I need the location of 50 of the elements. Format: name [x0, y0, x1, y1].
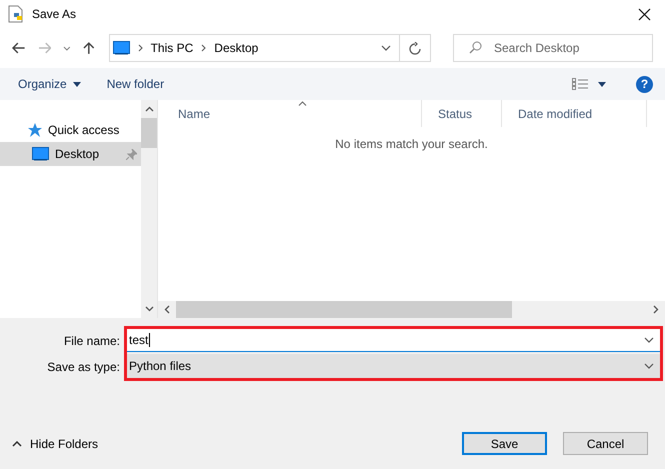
- scroll-down-icon[interactable]: [144, 306, 154, 312]
- scroll-right-icon[interactable]: [653, 305, 659, 314]
- back-arrow-icon[interactable]: [12, 42, 26, 54]
- chevron-down-icon[interactable]: [644, 363, 654, 369]
- caret-icon[interactable]: [598, 82, 606, 86]
- star-icon: [26, 122, 42, 138]
- chevron-right-icon: [138, 44, 143, 52]
- chevron-down-icon[interactable]: [63, 46, 71, 50]
- vertical-scrollbar[interactable]: [141, 100, 157, 318]
- caret-icon: [72, 82, 81, 86]
- sidebar-item[interactable]: Desktop: [0, 142, 141, 166]
- sort-caret-icon: [298, 101, 307, 106]
- column-header[interactable]: Status: [422, 100, 502, 127]
- column-header[interactable]: Name: [162, 100, 422, 127]
- new-folder-button[interactable]: New folder: [98, 73, 172, 95]
- scrollbar-thumb[interactable]: [141, 118, 157, 148]
- save-button[interactable]: Save: [462, 432, 547, 455]
- empty-message: No items match your search.: [334, 136, 489, 151]
- document-icon: [8, 5, 24, 23]
- sidebar-item[interactable]: Quick access: [0, 118, 141, 142]
- field-label: Save as type:: [46, 359, 121, 376]
- file-name-field[interactable]: test: [127, 329, 660, 352]
- scrollbar-thumb[interactable]: [176, 301, 512, 318]
- help-button[interactable]: ?: [636, 76, 653, 92]
- monitor-icon: [32, 147, 49, 161]
- organize-button[interactable]: Organize: [10, 73, 89, 95]
- chevron-right-icon: [201, 44, 206, 52]
- file-type-dropdown[interactable]: Python files: [127, 354, 660, 378]
- hide-folders-button[interactable]: Hide Folders: [10, 434, 100, 452]
- breadcrumb-item[interactable]: This PC: [150, 41, 194, 55]
- chevron-down-icon[interactable]: [644, 337, 654, 343]
- breadcrumb-item[interactable]: Desktop: [214, 41, 258, 55]
- search-field[interactable]: Search Desktop: [453, 34, 653, 62]
- pin-icon: [126, 148, 137, 160]
- cancel-button[interactable]: Cancel: [563, 432, 648, 455]
- scroll-up-icon[interactable]: [144, 106, 154, 112]
- refresh-icon[interactable]: [409, 42, 421, 54]
- close-icon[interactable]: [638, 8, 651, 20]
- up-arrow-icon[interactable]: [82, 41, 95, 55]
- chevron-up-icon: [12, 440, 22, 446]
- field-label: File name:: [62, 333, 121, 350]
- window-title: Save As: [32, 7, 78, 21]
- address-bar[interactable]: This PC Desktop: [108, 34, 431, 62]
- chevron-down-icon[interactable]: [381, 45, 391, 51]
- view-options-icon[interactable]: [572, 78, 588, 90]
- horizontal-scrollbar[interactable]: [158, 301, 665, 318]
- scroll-left-icon[interactable]: [164, 305, 170, 314]
- column-header[interactable]: Date modified: [502, 100, 647, 127]
- monitor-icon: [112, 41, 130, 55]
- search-icon: [469, 41, 482, 54]
